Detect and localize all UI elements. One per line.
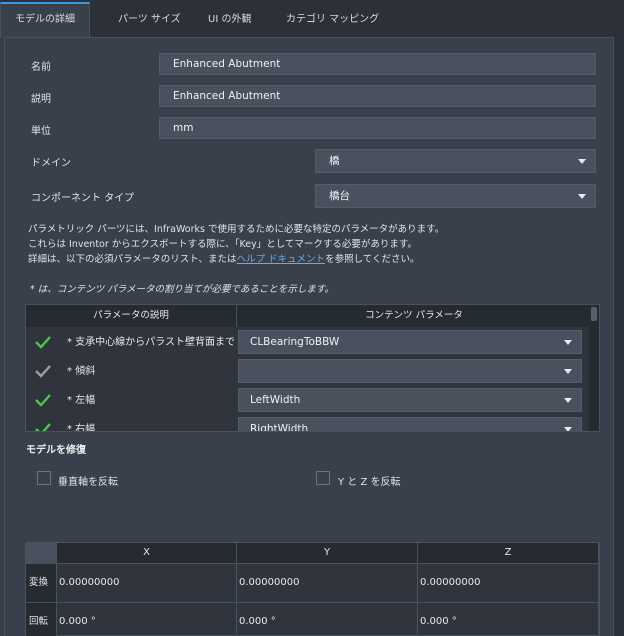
flip-vertical-checkbox[interactable] [37, 471, 51, 485]
row-header-translate: 変換 [26, 564, 57, 603]
content-param-header: コンテンツ パラメータ [237, 305, 591, 327]
tab-part-size[interactable]: パーツ サイズ [104, 2, 195, 38]
col-header-x: X [57, 543, 237, 564]
param-desc: * 左幅 [67, 395, 96, 406]
rotate-x-cell[interactable]: 0.000 ° [57, 603, 237, 636]
scrollbar-thumb[interactable] [591, 307, 597, 321]
row-header-rotate: 回転 [26, 603, 57, 636]
table-row: * 右幅 RightWidth [26, 415, 591, 432]
content-param-select[interactable]: LeftWidth [238, 388, 582, 412]
domain-label: ドメイン [31, 158, 71, 169]
translate-z-cell[interactable]: 0.00000000 [418, 564, 599, 603]
content-param-value: LeftWidth [250, 394, 301, 406]
table-scrollbar[interactable] [589, 305, 599, 431]
rotate-y-cell[interactable]: 0.000 ° [237, 603, 418, 636]
info-line-3-text: 詳細は、以下の必須パラメータのリスト、または [28, 254, 237, 265]
param-desc: * 右幅 [67, 424, 96, 432]
flip-vertical-label: 垂直軸を反転 [58, 477, 118, 488]
table-row: * 左幅 LeftWidth [26, 386, 591, 415]
check-icon [35, 394, 51, 407]
content-param-select[interactable]: RightWidth [238, 417, 582, 432]
component-type-select[interactable]: 橋台 [315, 184, 596, 208]
check-icon [35, 423, 51, 431]
table-row: * 傾斜 [26, 357, 591, 386]
modify-model-title: モデルを修復 [26, 445, 86, 456]
translate-x-cell[interactable]: 0.00000000 [57, 564, 237, 603]
rotate-z-cell[interactable]: 0.000 ° [418, 603, 599, 636]
description-label: 説明 [31, 94, 51, 105]
domain-value: 橋 [329, 155, 340, 167]
content-param-select[interactable]: CLBearingToBBW [238, 330, 582, 354]
chevron-down-icon [578, 159, 586, 164]
table-row: * 支承中心線からパラスト壁背面まで CLBearingToBBW [26, 328, 591, 357]
info-line-3: 詳細は、以下の必須パラメータのリスト、またはヘルプ ドキュメントを参照してくださ… [28, 251, 420, 265]
info-line-2: これらは Inventor からエクスポートする際に、「Key」としてマークする… [28, 239, 417, 250]
required-note: * は、コンテンツ パラメータの割り当てが必要であることを示します。 [30, 284, 334, 295]
chevron-down-icon [564, 340, 572, 345]
param-desc: * 傾斜 [67, 366, 96, 377]
content-param-value: RightWidth [250, 423, 309, 432]
unit-field[interactable]: mm [159, 117, 596, 139]
content-param-select[interactable] [238, 359, 582, 383]
col-header-y: Y [237, 543, 418, 564]
param-desc: * 支承中心線からパラスト壁背面まで [67, 337, 235, 348]
panel-scrollbar[interactable] [614, 37, 624, 636]
component-type-value: 橋台 [329, 190, 350, 202]
domain-select[interactable]: 橋 [315, 149, 596, 173]
name-field[interactable]: Enhanced Abutment [159, 53, 596, 75]
description-field[interactable]: Enhanced Abutment [159, 85, 596, 107]
help-docs-link[interactable]: ヘルプ ドキュメント [237, 254, 326, 265]
component-type-label: コンポーネント タイプ [31, 193, 135, 204]
col-header-z: Z [418, 543, 599, 564]
transform-grid: X Y Z 変換 0.00000000 0.00000000 0.0000000… [25, 542, 600, 636]
tab-bar: モデルの詳細 パーツ サイズ UI の外観 カテゴリ マッピング [0, 0, 624, 38]
param-desc-header: パラメータの説明 [26, 305, 237, 327]
parameters-table: パラメータの説明 コンテンツ パラメータ * 支承中心線からパラスト壁背面まで … [25, 304, 600, 432]
flip-yz-label: Y と Z を反転 [338, 477, 401, 488]
info-line-1: パラメトリック パーツには、InfraWorks で使用するために必要な特定のパ… [28, 224, 445, 235]
translate-y-cell[interactable]: 0.00000000 [237, 564, 418, 603]
flip-yz-checkbox[interactable] [316, 471, 330, 485]
chevron-down-icon [564, 369, 572, 374]
tab-ui-appearance[interactable]: UI の外観 [194, 2, 265, 38]
name-label: 名前 [31, 62, 51, 73]
chevron-down-icon [564, 398, 572, 403]
chevron-down-icon [564, 427, 572, 431]
chevron-down-icon [578, 194, 586, 199]
grid-corner [26, 543, 57, 564]
content-param-value: CLBearingToBBW [250, 336, 340, 348]
tab-model-details[interactable]: モデルの詳細 [0, 2, 90, 38]
check-icon [35, 336, 51, 349]
tab-category-mapping[interactable]: カテゴリ マッピング [272, 2, 393, 38]
info-line-3-suffix: を参照してください。 [325, 254, 420, 265]
unit-label: 単位 [31, 126, 51, 137]
check-icon [35, 365, 51, 378]
